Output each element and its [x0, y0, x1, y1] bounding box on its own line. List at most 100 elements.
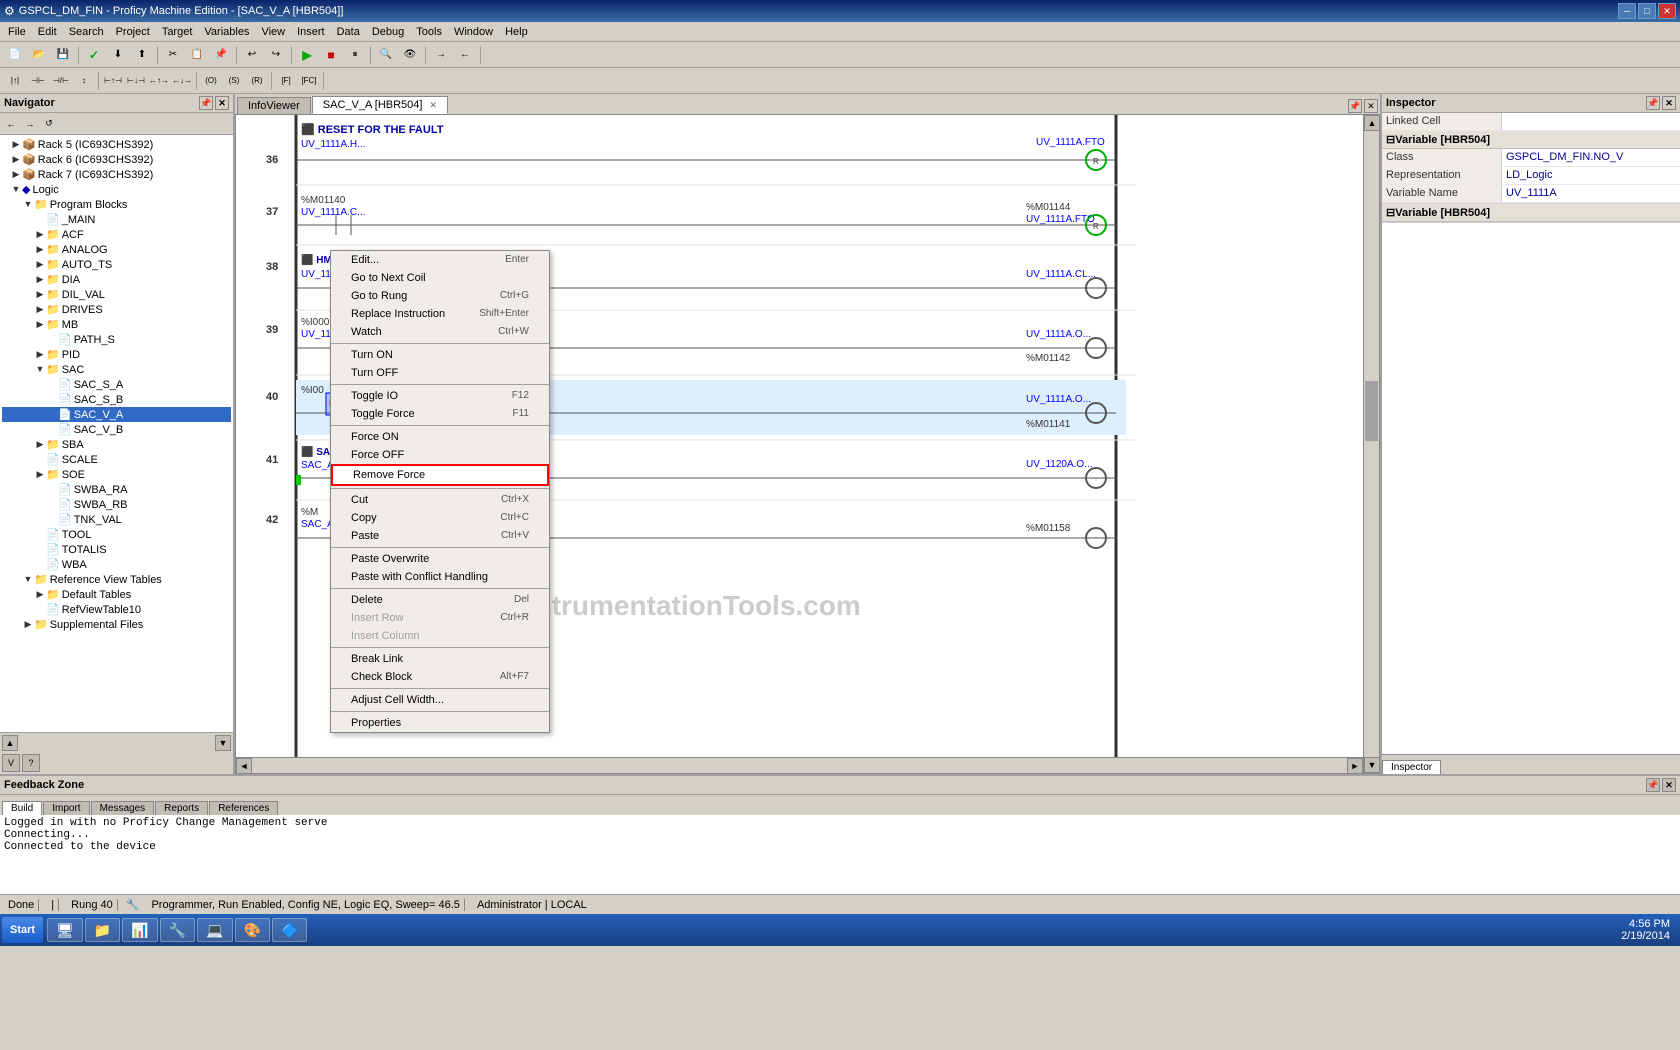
menu-debug[interactable]: Debug — [366, 24, 410, 40]
taskbar-app-6[interactable]: 🎨 — [235, 918, 270, 942]
taskbar-app-7[interactable]: 🔷 — [272, 918, 307, 942]
tree-rack6[interactable]: ▶ 📦 Rack 6 (IC693CHS392) — [2, 152, 231, 167]
tab-infoviewer[interactable]: InfoViewer — [237, 97, 311, 114]
inspector-section-2-header[interactable]: ⊟Variable [HBR504] — [1382, 204, 1680, 222]
vertical-scrollbar[interactable]: ▲ ▼ — [1363, 115, 1379, 773]
scroll-left-btn[interactable]: ◄ — [236, 758, 252, 774]
menu-variables[interactable]: Variables — [198, 24, 255, 40]
menu-data[interactable]: Data — [331, 24, 366, 40]
tab-close-icon[interactable]: ✕ — [430, 100, 438, 110]
tb-find[interactable]: 🔍 — [375, 45, 397, 65]
ctx-turn-on[interactable]: Turn ON — [331, 346, 549, 364]
nav-back[interactable]: ← — [2, 115, 20, 133]
tree-wba[interactable]: 📄 WBA — [2, 557, 231, 572]
ctx-toggle-io[interactable]: Toggle IO F12 — [331, 387, 549, 405]
taskbar-app-4[interactable]: 🔧 — [160, 918, 195, 942]
taskbar-app-1[interactable]: 🖥 — [47, 918, 83, 942]
tree-sac-va[interactable]: 📄 SAC_V_A — [2, 407, 231, 422]
tb-undo[interactable]: ↩ — [241, 45, 263, 65]
ctx-paste-overwrite[interactable]: Paste Overwrite — [331, 550, 549, 568]
tb-run[interactable]: ▶ — [296, 45, 318, 65]
tree-acf[interactable]: ▶ 📁 ACF — [2, 227, 231, 242]
tb-new[interactable]: 📄 — [4, 45, 26, 65]
tb2-btn7[interactable]: ←↑→ — [148, 71, 170, 91]
tree-totalis[interactable]: 📄 TOTALIS — [2, 542, 231, 557]
tb-backward[interactable]: ← — [454, 45, 476, 65]
tb2-coil3[interactable]: (R) — [246, 71, 268, 91]
menu-search[interactable]: Search — [63, 24, 110, 40]
tree-ref-view[interactable]: ▼ 📁 Reference View Tables — [2, 572, 231, 587]
inspector-tab[interactable]: Inspector — [1382, 760, 1441, 774]
tb-copy[interactable]: 📋 — [186, 45, 208, 65]
tb2-coil2[interactable]: (S) — [223, 71, 245, 91]
nav-btn-2[interactable]: ? — [22, 754, 40, 772]
tb-forward[interactable]: → — [430, 45, 452, 65]
ctx-force-on[interactable]: Force ON — [331, 428, 549, 446]
menu-window[interactable]: Window — [448, 24, 499, 40]
tree-pid[interactable]: ▶ 📁 PID — [2, 347, 231, 362]
tab-messages[interactable]: Messages — [91, 801, 155, 815]
feedback-close[interactable]: ✕ — [1662, 778, 1676, 792]
nav-scroll-down[interactable]: ▼ — [215, 735, 231, 751]
ctx-goto-next-coil[interactable]: Go to Next Coil — [331, 269, 549, 287]
menu-view[interactable]: View — [255, 24, 291, 40]
tb2-btn1[interactable]: |↑| — [4, 71, 26, 91]
tree-main[interactable]: 📄 _MAIN — [2, 212, 231, 227]
tree-supplemental[interactable]: ▶ 📁 Supplemental Files — [2, 617, 231, 632]
menu-insert[interactable]: Insert — [291, 24, 331, 40]
ctx-adjust-cell[interactable]: Adjust Cell Width... — [331, 691, 549, 709]
ctx-remove-force[interactable]: Remove Force — [331, 464, 549, 486]
tab-build[interactable]: Build — [2, 801, 42, 815]
tb-redo[interactable]: ↪ — [265, 45, 287, 65]
tree-analog[interactable]: ▶ 📁 ANALOG — [2, 242, 231, 257]
tree-sac-sb[interactable]: 📄 SAC_S_B — [2, 392, 231, 407]
inspector-pin[interactable]: 📌 — [1646, 96, 1660, 110]
ctx-break-link[interactable]: Break Link — [331, 650, 549, 668]
inspector-close[interactable]: ✕ — [1662, 96, 1676, 110]
scroll-track[interactable] — [1364, 131, 1379, 757]
menu-file[interactable]: File — [2, 24, 32, 40]
tree-swba-rb[interactable]: 📄 SWBA_RB — [2, 497, 231, 512]
scroll-up-btn[interactable]: ▲ — [1364, 115, 1380, 131]
tree-sba[interactable]: ▶ 📁 SBA — [2, 437, 231, 452]
scroll-right-btn[interactable]: ► — [1347, 758, 1363, 774]
ctx-goto-rung[interactable]: Go to Rung Ctrl+G — [331, 287, 549, 305]
tb2-btn8[interactable]: ←↓→ — [171, 71, 193, 91]
tree-logic[interactable]: ▼ ◆ Logic — [2, 182, 231, 197]
scroll-thumb[interactable] — [1365, 381, 1378, 441]
tb-check[interactable]: ✓ — [83, 45, 105, 65]
start-button[interactable]: Start — [2, 917, 43, 943]
tree-tool[interactable]: 📄 TOOL — [2, 527, 231, 542]
horizontal-scrollbar[interactable]: ◄ ► — [236, 757, 1363, 773]
nav-pin[interactable]: 📌 — [199, 96, 213, 110]
tree-sac[interactable]: ▼ 📁 SAC — [2, 362, 231, 377]
tb-cut[interactable]: ✂ — [162, 45, 184, 65]
inspector-section-1-header[interactable]: ⊟Variable [HBR504] — [1382, 131, 1680, 149]
tree-sac-sa[interactable]: 📄 SAC_S_A — [2, 377, 231, 392]
tree-scale[interactable]: 📄 SCALE — [2, 452, 231, 467]
tb2-btn5[interactable]: ⊢↑⊣ — [102, 71, 124, 91]
tab-pin[interactable]: 📌 — [1348, 99, 1362, 113]
tb-save[interactable]: 💾 — [52, 45, 74, 65]
tb-upload[interactable]: ⬆ — [131, 45, 153, 65]
tree-path-s[interactable]: 📄 PATH_S — [2, 332, 231, 347]
tab-sac-v-a[interactable]: SAC_V_A [HBR504] ✕ — [312, 96, 448, 114]
tb2-coil1[interactable]: (O) — [200, 71, 222, 91]
tree-rack7[interactable]: ▶ 📦 Rack 7 (IC693CHS392) — [2, 167, 231, 182]
tb2-func2[interactable]: [FC] — [298, 71, 320, 91]
tb-paste[interactable]: 📌 — [210, 45, 232, 65]
tb2-func1[interactable]: [F] — [275, 71, 297, 91]
nav-refresh[interactable]: ↺ — [40, 115, 58, 133]
ctx-force-off[interactable]: Force OFF — [331, 446, 549, 464]
tree-dia[interactable]: ▶ 📁 DIA — [2, 272, 231, 287]
ctx-paste-conflict[interactable]: Paste with Conflict Handling — [331, 568, 549, 586]
ctx-replace-instruction[interactable]: Replace Instruction Shift+Enter — [331, 305, 549, 323]
ctx-paste[interactable]: Paste Ctrl+V — [331, 527, 549, 545]
taskbar-app-3[interactable]: 📊 — [122, 918, 157, 942]
tree-mb[interactable]: ▶ 📁 MB — [2, 317, 231, 332]
close-button[interactable]: ✕ — [1658, 3, 1676, 19]
nav-close[interactable]: ✕ — [215, 96, 229, 110]
taskbar-app-2[interactable]: 📁 — [85, 918, 120, 942]
tree-rack5[interactable]: ▶ 📦 Rack 5 (IC693CHS392) — [2, 137, 231, 152]
tree-swba-ra[interactable]: 📄 SWBA_RA — [2, 482, 231, 497]
